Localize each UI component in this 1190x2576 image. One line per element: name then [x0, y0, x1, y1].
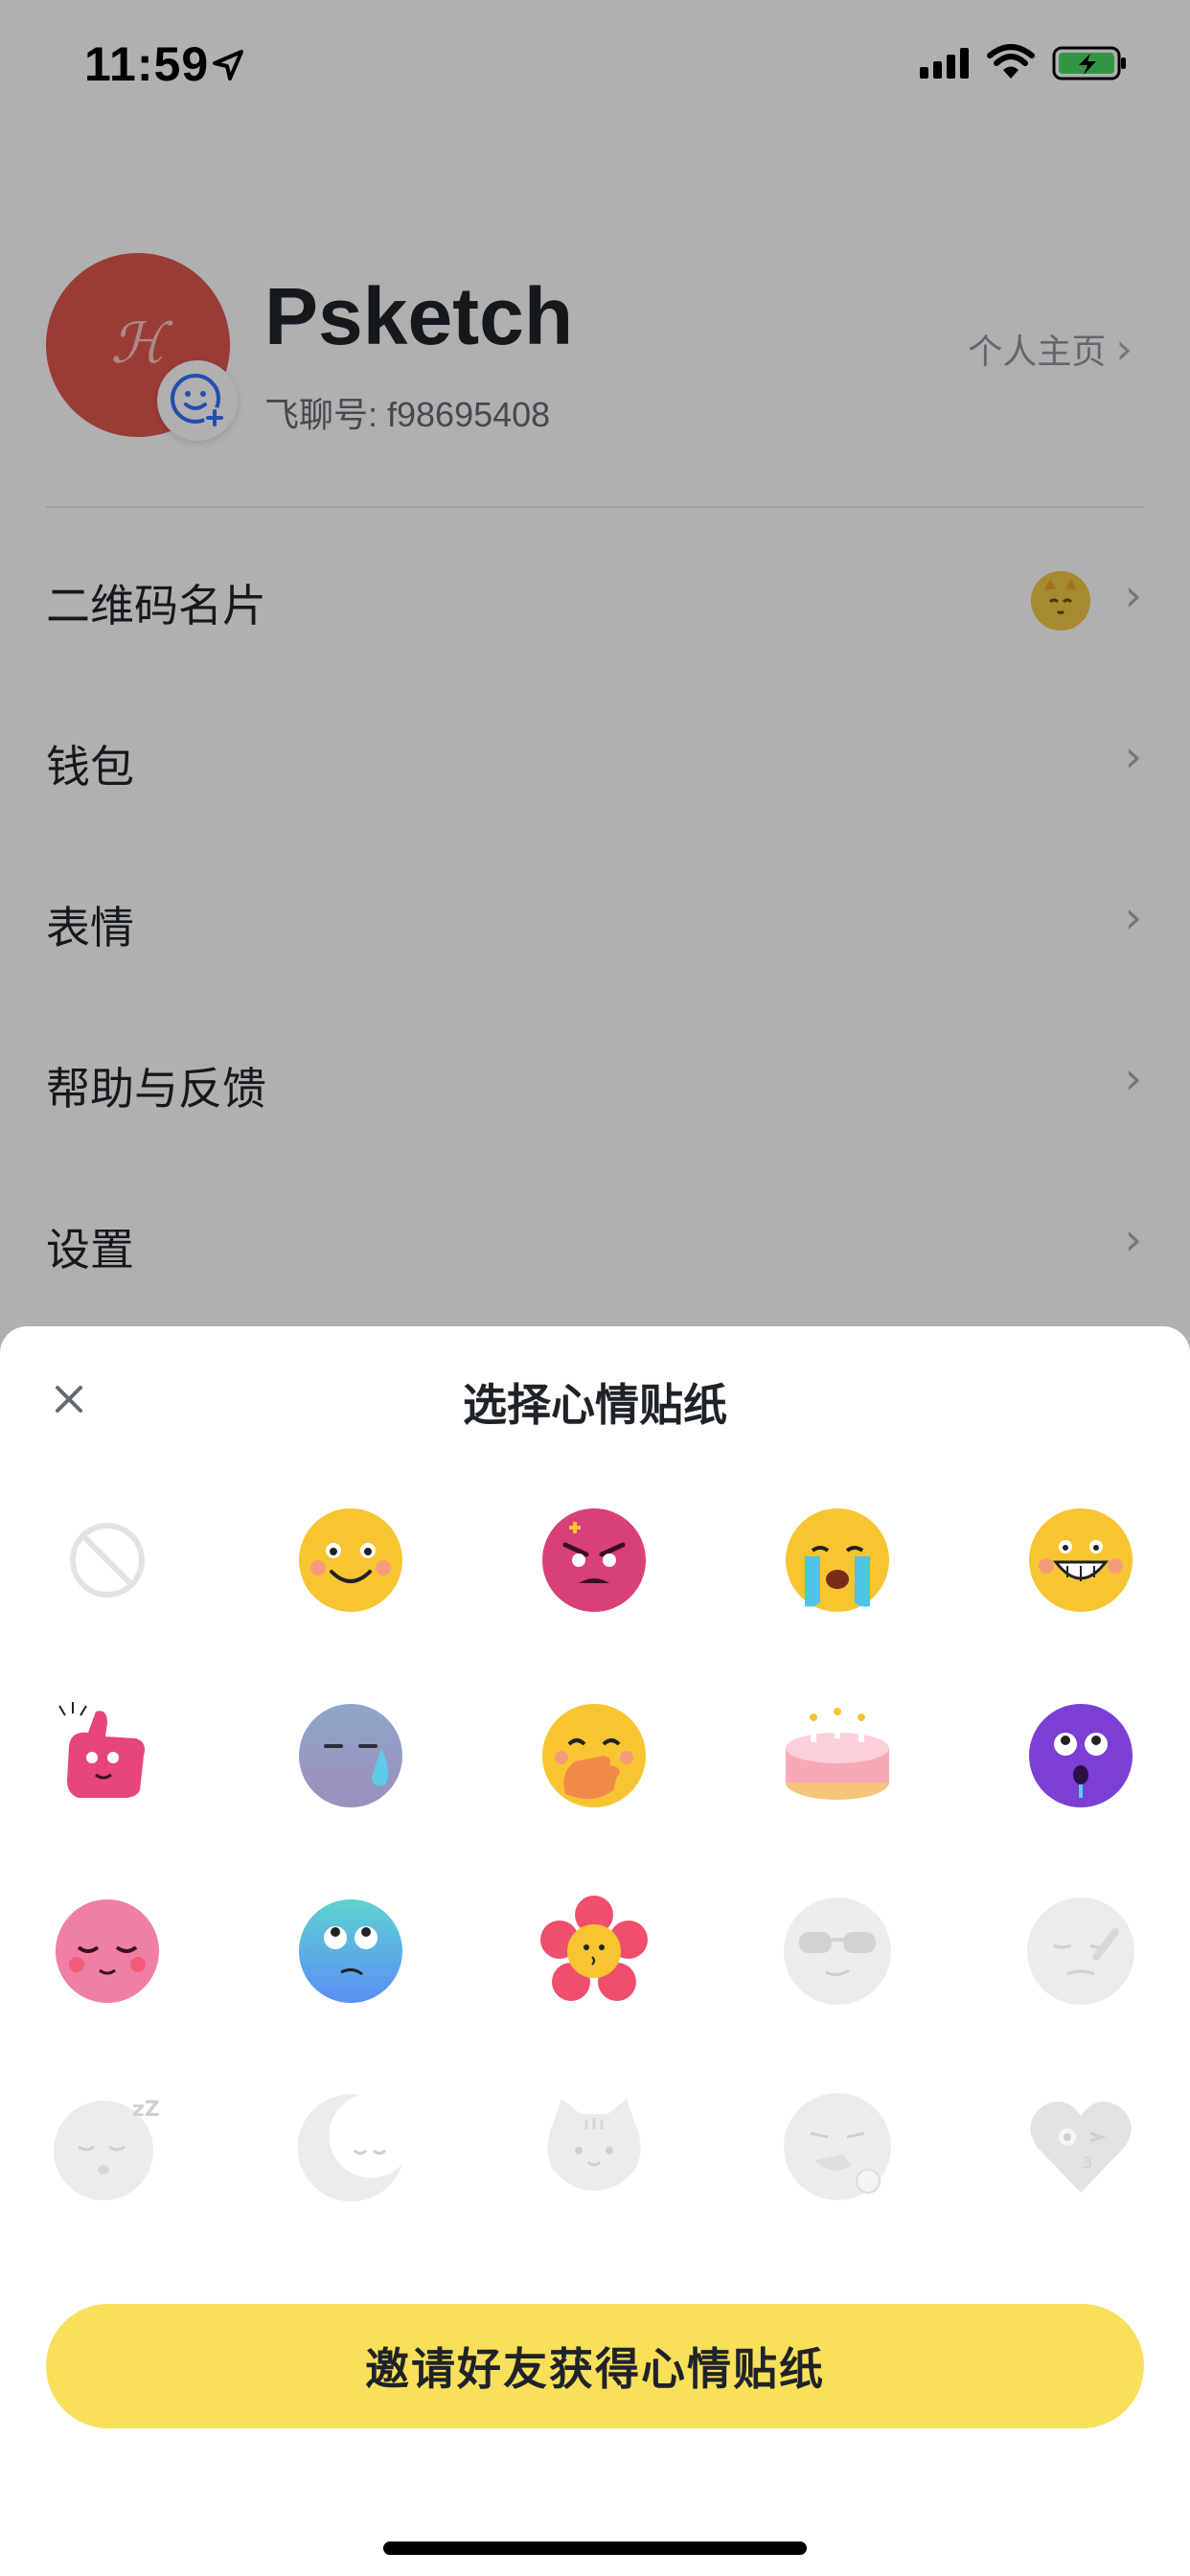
sticker-option-locked[interactable] [780, 2089, 895, 2204]
sticker-option[interactable] [1023, 1698, 1138, 1813]
sunglasses-sticker-icon [784, 1898, 891, 2005]
sticker-option[interactable] [293, 1894, 408, 2009]
sticker-option[interactable] [780, 1698, 895, 1813]
sticker-option[interactable] [293, 1503, 408, 1618]
svg-text:zZ: zZ [132, 2098, 160, 2122]
sticker-option-locked[interactable] [780, 1894, 895, 2009]
shocked-purple-sticker-icon [1029, 1704, 1133, 1807]
watermelon-sticker-icon [784, 2093, 891, 2200]
moon-sticker-icon [297, 2094, 402, 2202]
sticker-option-locked[interactable] [293, 2089, 408, 2204]
sticker-option[interactable] [293, 1698, 408, 1813]
sticker-option-locked[interactable] [537, 2089, 652, 2204]
heart-wink-sticker-icon: 3 [1030, 2101, 1132, 2193]
no-sticker-icon [70, 1523, 145, 1598]
no-sticker-option[interactable] [50, 1503, 165, 1618]
birthday-cake-sticker-icon [786, 1708, 889, 1800]
flower-sticker-icon [540, 1896, 648, 2001]
sticker-option[interactable] [537, 1698, 652, 1813]
sticker-option[interactable] [50, 1894, 165, 2009]
blissful-pink-sticker-icon [56, 1899, 159, 2003]
home-indicator [383, 2542, 807, 2555]
hand-over-mouth-sticker-icon [542, 1704, 646, 1807]
sticker-option-locked[interactable]: 3 [1023, 2089, 1138, 2204]
sleeping-sticker-icon: zZ [54, 2098, 160, 2200]
sticker-option-locked[interactable] [1023, 1894, 1138, 2009]
sticker-option[interactable] [1023, 1503, 1138, 1618]
profile-page: 11:59 ℋ Psketch 飞聊号: f98695408 个人主页 › 二维… [0, 0, 1190, 2576]
smile-sticker-icon [299, 1508, 402, 1612]
thumbs-up-sticker-icon [58, 1702, 145, 1798]
svg-text:3: 3 [1083, 2153, 1092, 2172]
sticker-option[interactable] [50, 1698, 165, 1813]
sticker-option[interactable] [780, 1503, 895, 1618]
sticker-option[interactable] [537, 1894, 652, 2009]
crying-sticker-icon [786, 1508, 889, 1612]
angry-sticker-icon [542, 1508, 646, 1612]
sticker-option[interactable] [537, 1503, 652, 1618]
invite-friends-button[interactable]: 邀请好友获得心情贴纸 [46, 2304, 1144, 2428]
eye-roll-sticker-icon [299, 1899, 402, 2003]
mood-sticker-sheet: 选择心情贴纸 zZ 3 邀请好友获得心情贴纸 [0, 1326, 1190, 2576]
cat-sticker-icon [547, 2099, 641, 2191]
sweat-sticker-icon [299, 1704, 402, 1807]
sticker-option-locked[interactable]: zZ [50, 2089, 165, 2204]
bandaged-face-sticker-icon [1027, 1898, 1134, 2005]
sheet-title: 选择心情贴纸 [463, 1380, 727, 1430]
grin-sticker-icon [1029, 1508, 1133, 1612]
